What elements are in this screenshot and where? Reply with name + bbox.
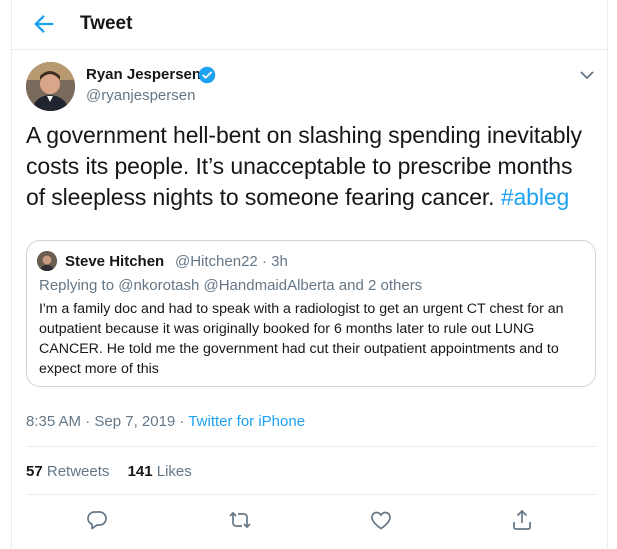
quoted-author-name: Steve Hitchen [65,253,165,270]
page-title: Tweet [80,13,133,34]
divider [26,446,597,447]
tweet-text: A government hell-bent on slashing spend… [26,120,602,213]
tweet-text-segment: of sleepless nights to someone fearing c… [26,184,501,210]
verified-badge-icon [198,66,216,84]
page-header: Tweet [12,0,607,50]
author-handle[interactable]: @ryanjespersen [86,87,195,104]
quoted-replying-to: Replying to @nkorotash @HandmaidAlberta … [39,277,422,294]
tweet-source-link[interactable]: Twitter for iPhone [188,413,305,430]
replying-suffix: and 2 others [334,277,423,294]
engagement-stats: 57 Retweets 141 Likes [26,463,206,480]
tweet-text-line: costs its people. It’s unacceptable to p… [26,153,573,179]
tweet-detail-panel: Tweet Ryan Jespersen @ryanjespersen A go… [11,0,608,549]
author-avatar[interactable] [26,62,75,111]
likes-count: 141 [127,463,153,480]
quoted-author-meta: @Hitchen22 · 3h [175,253,288,270]
divider [26,494,597,495]
likes-stat[interactable]: 141 Likes [128,463,192,480]
chevron-down-icon[interactable] [578,68,596,82]
tweet-text-line: of sleepless nights to someone fearing c… [26,182,602,213]
author-name[interactable]: Ryan Jespersen [86,66,201,83]
like-icon[interactable] [369,508,393,532]
quoted-tweet-text: I'm a family doc and had to speak with a… [39,301,564,377]
hashtag-link[interactable]: #ableg [501,184,570,210]
reply-icon[interactable] [85,508,109,532]
back-arrow-icon[interactable] [30,10,58,38]
retweets-stat[interactable]: 57 Retweets [26,463,109,480]
tweet-time: 8:35 AM · Sep 7, 2019 · [26,413,189,430]
quoted-author-avatar [37,251,57,271]
retweets-label: Retweets [42,463,110,480]
retweet-icon[interactable] [228,508,252,532]
replying-prefix: Replying to [39,277,119,294]
likes-label: Likes [152,463,192,480]
share-icon[interactable] [510,508,534,532]
replying-mentions: @nkorotash @HandmaidAlberta [118,277,335,294]
retweets-count: 57 [26,463,43,480]
tweet-timestamp: 8:35 AM · Sep 7, 2019 · Twitter for iPho… [26,413,305,430]
tweet-text-line: A government hell-bent on slashing spend… [26,122,582,148]
quoted-tweet[interactable]: Steve Hitchen @Hitchen22 · 3h Replying t… [26,240,596,387]
